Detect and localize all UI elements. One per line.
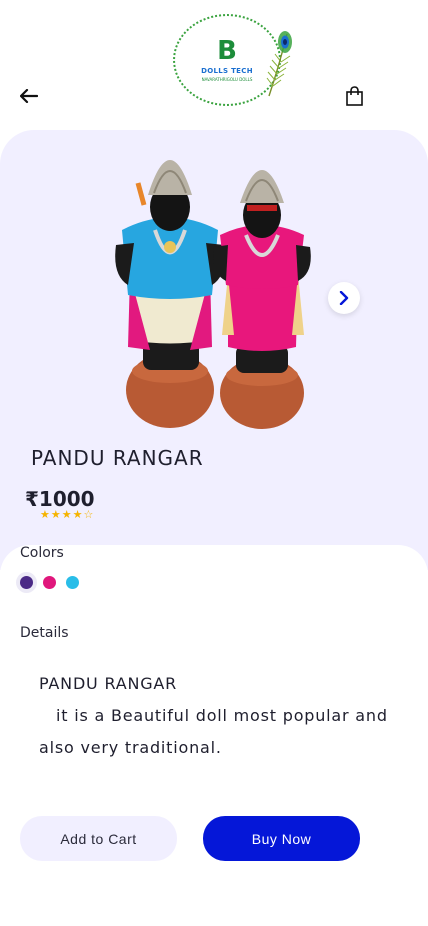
product-title: PANDU RANGAR [31,446,204,470]
brand-logo: B DOLLS TECH NAVARATHRIGOLU DOLLS [164,0,292,120]
logo-brand-name: DOLLS TECH [201,67,253,75]
buy-now-button[interactable]: Buy Now [203,816,360,861]
color-swatches [20,576,79,589]
star-filled-icon: ★ [40,508,50,521]
details-label: Details [20,625,69,641]
back-button[interactable] [14,82,44,110]
next-image-button[interactable] [328,282,360,314]
logo-mark: B [217,36,237,66]
product-detail-page: B DOLLS TECH NAVARATHRIGOLU DOLLS PANDU … [0,0,428,926]
add-to-cart-button[interactable]: Add to Cart [20,816,177,861]
description-body: it is a Beautiful doll most popular and … [39,706,388,757]
chevron-right-icon [339,291,349,305]
color-swatch[interactable] [66,576,79,589]
logo-tagline: NAVARATHRIGOLU DOLLS [201,77,253,82]
description-title: PANDU RANGAR [39,674,178,693]
star-empty-icon: ☆ [83,508,94,521]
star-filled-icon: ★ [50,508,61,521]
rating-stars: ★ ★ ★ ★ ☆ [40,509,93,520]
color-swatch[interactable] [20,576,33,589]
product-description: PANDU RANGAR it is a Beautiful doll most… [39,668,399,764]
star-filled-icon: ★ [61,508,72,521]
star-filled-icon: ★ [72,508,83,521]
shopping-bag-icon [345,86,363,106]
color-swatch[interactable] [43,576,56,589]
arrow-left-icon [20,89,38,103]
product-image[interactable] [110,135,320,430]
peacock-feather-icon [266,31,292,97]
logo-badge: B DOLLS TECH NAVARATHRIGOLU DOLLS [173,14,292,106]
colors-label: Colors [20,545,64,561]
cart-button[interactable] [340,82,368,110]
